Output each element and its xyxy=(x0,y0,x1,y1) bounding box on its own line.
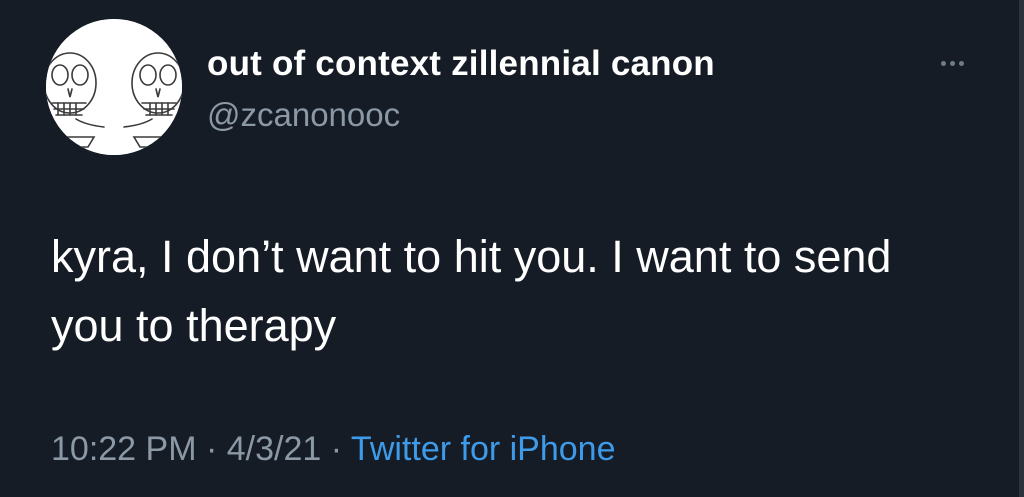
skeleton-sketch-avatar-icon xyxy=(46,19,182,155)
tweet-card: out of context zillennial canon @zcanono… xyxy=(0,0,1024,497)
more-options-icon-dot xyxy=(958,60,964,66)
tweet-meta: 10:22 PM · 4/3/21 · Twitter for iPhone xyxy=(51,430,615,469)
tweet-source-link[interactable]: Twitter for iPhone xyxy=(351,430,616,468)
meta-separator: · xyxy=(330,430,343,468)
avatar[interactable] xyxy=(46,19,182,155)
tweet-date[interactable]: 4/3/21 xyxy=(227,430,322,468)
author-display-name[interactable]: out of context zillennial canon xyxy=(207,44,715,84)
meta-separator: · xyxy=(205,430,218,468)
author-handle[interactable]: @zcanonooc xyxy=(207,96,400,134)
more-options-icon xyxy=(940,60,946,66)
more-options-icon-dot xyxy=(949,60,955,66)
tweet-text: kyra, I don’t want to hit you. I want to… xyxy=(51,231,904,351)
more-options-button[interactable] xyxy=(930,48,974,78)
scrollbar[interactable] xyxy=(1019,0,1024,497)
tweet-time[interactable]: 10:22 PM xyxy=(51,430,197,468)
